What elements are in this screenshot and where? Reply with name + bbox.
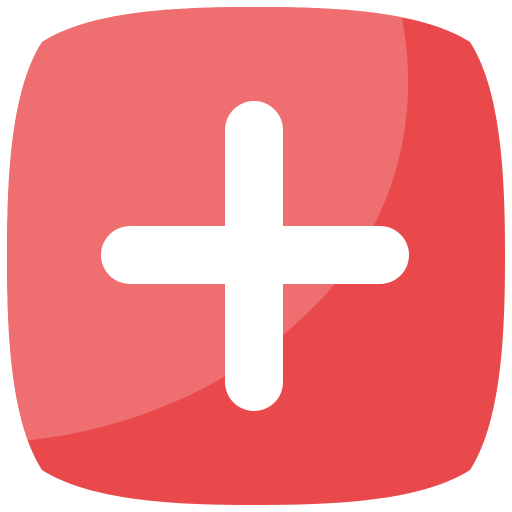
icon-canvas: [0, 0, 512, 512]
plus-icon-horizontal-bar: [101, 226, 409, 284]
add-button[interactable]: [0, 0, 512, 512]
